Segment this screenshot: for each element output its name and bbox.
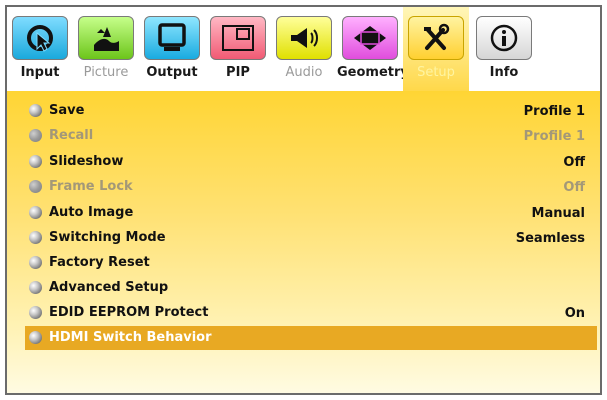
osd-window: Input Picture Output PIP Audio Geometry …: [5, 5, 602, 395]
menu-item-name: Frame Lock: [49, 179, 133, 194]
menu-item-name: Save: [49, 103, 85, 118]
tab-input[interactable]: Input: [7, 7, 73, 91]
menu-item-auto-image[interactable]: Auto Image Manual: [25, 201, 597, 225]
menu-item-name: EDID EEPROM Protect: [49, 305, 209, 320]
geometry-diamond-icon: [342, 16, 398, 60]
bullet-icon: [29, 231, 42, 244]
bullet-icon: [29, 331, 42, 344]
tab-info[interactable]: Info: [469, 7, 539, 91]
menu-item-name: Factory Reset: [49, 255, 150, 270]
bullet-icon: [29, 180, 42, 193]
monitor-icon: [144, 16, 200, 60]
tab-pip-label: PIP: [226, 65, 250, 80]
menu-item-value: Profile 1: [523, 129, 585, 144]
pip-icon: [210, 16, 266, 60]
menu-item-value: Seamless: [515, 231, 585, 246]
menu-item-name: Advanced Setup: [49, 280, 169, 295]
menu-item-save[interactable]: Save Profile 1: [25, 99, 597, 123]
menu-item-name: Slideshow: [49, 154, 124, 169]
menu-item-value: On: [564, 306, 585, 321]
tools-icon: [408, 16, 464, 60]
tab-output[interactable]: Output: [139, 7, 205, 91]
tab-bar: Input Picture Output PIP Audio Geometry …: [7, 7, 600, 91]
tab-pip[interactable]: PIP: [205, 7, 271, 91]
menu-item-name: Recall: [49, 128, 94, 143]
menu-item-frame-lock: Frame Lock Off: [25, 175, 597, 199]
info-icon: [476, 16, 532, 60]
tab-input-label: Input: [20, 65, 60, 80]
bullet-icon: [29, 155, 42, 168]
bullet-icon: [29, 206, 42, 219]
bullet-icon: [29, 281, 42, 294]
menu-item-value: Profile 1: [523, 104, 585, 119]
tab-audio[interactable]: Audio: [271, 7, 337, 91]
tab-info-label: Info: [489, 65, 519, 80]
menu-item-hdmi-switch-behavior[interactable]: HDMI Switch Behavior: [25, 326, 597, 350]
tab-picture[interactable]: Picture: [73, 7, 139, 91]
tab-setup[interactable]: Setup: [403, 7, 469, 91]
menu-item-value: Off: [563, 180, 585, 195]
tab-audio-label: Audio: [285, 65, 323, 80]
bullet-icon: [29, 256, 42, 269]
speaker-icon: [276, 16, 332, 60]
menu-item-switching-mode[interactable]: Switching Mode Seamless: [25, 226, 597, 250]
menu-item-advanced-setup[interactable]: Advanced Setup: [25, 276, 597, 300]
tab-setup-label: Setup: [417, 65, 455, 80]
setup-menu: Save Profile 1 Recall Profile 1 Slidesho…: [7, 91, 600, 393]
input-cursor-icon: [12, 16, 68, 60]
tab-geometry[interactable]: Geometry: [337, 7, 409, 91]
menu-item-name: HDMI Switch Behavior: [49, 330, 212, 345]
menu-item-slideshow[interactable]: Slideshow Off: [25, 150, 597, 174]
bullet-icon: [29, 104, 42, 117]
tab-picture-label: Picture: [83, 65, 129, 80]
menu-item-recall: Recall Profile 1: [25, 124, 597, 148]
menu-item-factory-reset[interactable]: Factory Reset: [25, 251, 597, 275]
bullet-icon: [29, 129, 42, 142]
menu-item-value: Manual: [531, 206, 585, 221]
tab-output-label: Output: [146, 65, 198, 80]
menu-item-edid-eeprom-protect[interactable]: EDID EEPROM Protect On: [25, 301, 597, 325]
bullet-icon: [29, 306, 42, 319]
menu-item-name: Switching Mode: [49, 230, 166, 245]
menu-item-value: Off: [563, 155, 585, 170]
tab-geometry-label: Geometry: [337, 65, 409, 80]
picture-landscape-icon: [78, 16, 134, 60]
menu-item-name: Auto Image: [49, 205, 134, 220]
